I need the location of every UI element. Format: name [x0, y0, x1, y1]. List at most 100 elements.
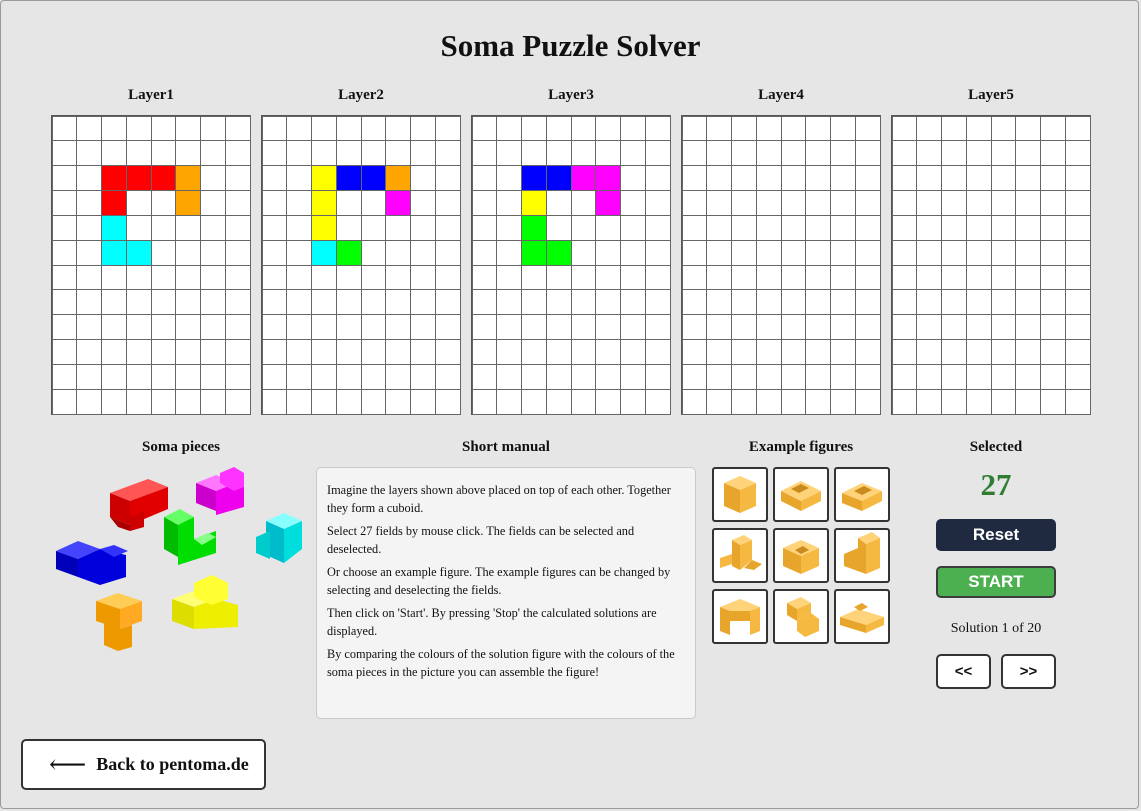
- grid-cell[interactable]: [261, 363, 288, 390]
- grid-cell[interactable]: [780, 140, 807, 167]
- grid-cell[interactable]: [644, 289, 671, 316]
- grid-cell[interactable]: [681, 363, 708, 390]
- grid-cell[interactable]: [570, 314, 597, 340]
- grid-cell[interactable]: [805, 214, 831, 241]
- grid-cell[interactable]: [854, 140, 881, 167]
- grid-cell[interactable]: [200, 140, 226, 167]
- grid-cell[interactable]: [830, 264, 856, 291]
- grid-cell[interactable]: [830, 165, 856, 191]
- grid-cell[interactable]: [570, 140, 597, 167]
- grid-cell[interactable]: [755, 264, 782, 291]
- grid-cell[interactable]: [644, 388, 671, 415]
- grid-cell[interactable]: [805, 190, 831, 216]
- grid-cell[interactable]: [335, 190, 362, 216]
- grid-cell[interactable]: [595, 388, 621, 415]
- grid-cell[interactable]: [101, 190, 127, 216]
- grid-cell[interactable]: [620, 115, 646, 142]
- grid-cell[interactable]: [311, 289, 337, 316]
- grid-cell[interactable]: [200, 239, 226, 266]
- grid-cell[interactable]: [76, 363, 102, 390]
- grid-cell[interactable]: [410, 289, 436, 316]
- grid-cell[interactable]: [941, 339, 967, 365]
- grid-cell[interactable]: [644, 165, 671, 191]
- grid-cell[interactable]: [1064, 214, 1091, 241]
- grid-cell[interactable]: [595, 363, 621, 390]
- grid-cell[interactable]: [410, 339, 436, 365]
- grid-cell[interactable]: [521, 339, 547, 365]
- grid-cell[interactable]: [496, 339, 522, 365]
- grid-cell[interactable]: [175, 165, 201, 191]
- grid-cell[interactable]: [410, 388, 436, 415]
- grid-cell[interactable]: [125, 264, 152, 291]
- grid-cell[interactable]: [891, 289, 918, 316]
- grid-cell[interactable]: [990, 314, 1017, 340]
- grid-cell[interactable]: [755, 388, 782, 415]
- grid-cell[interactable]: [434, 339, 461, 365]
- grid-cell[interactable]: [471, 388, 498, 415]
- grid-cell[interactable]: [545, 190, 572, 216]
- grid-cell[interactable]: [175, 190, 201, 216]
- grid-cell[interactable]: [1015, 314, 1041, 340]
- example-twist[interactable]: [773, 589, 829, 644]
- grid-cell[interactable]: [261, 190, 288, 216]
- grid-cell[interactable]: [311, 214, 337, 241]
- grid-cell[interactable]: [706, 239, 732, 266]
- grid-cell[interactable]: [644, 140, 671, 167]
- grid-cell[interactable]: [805, 339, 831, 365]
- grid-cell[interactable]: [101, 239, 127, 266]
- grid-cell[interactable]: [941, 239, 967, 266]
- grid-cell[interactable]: [1064, 264, 1091, 291]
- grid-cell[interactable]: [150, 388, 177, 415]
- grid-cell[interactable]: [434, 165, 461, 191]
- grid-cell[interactable]: [496, 388, 522, 415]
- grid-cell[interactable]: [410, 165, 436, 191]
- grid-cell[interactable]: [286, 339, 312, 365]
- grid-cell[interactable]: [76, 115, 102, 142]
- grid-cell[interactable]: [496, 289, 522, 316]
- grid-cell[interactable]: [385, 214, 411, 241]
- grid-cell[interactable]: [916, 363, 942, 390]
- grid-cell[interactable]: [101, 314, 127, 340]
- grid-cell[interactable]: [830, 239, 856, 266]
- grid-cell[interactable]: [261, 140, 288, 167]
- grid-cell[interactable]: [941, 190, 967, 216]
- grid-cell[interactable]: [311, 264, 337, 291]
- grid-cell[interactable]: [916, 214, 942, 241]
- grid-cell[interactable]: [410, 363, 436, 390]
- grid-cell[interactable]: [681, 190, 708, 216]
- grid-cell[interactable]: [830, 190, 856, 216]
- grid-cell[interactable]: [224, 165, 251, 191]
- grid-cell[interactable]: [101, 214, 127, 241]
- grid-cell[interactable]: [335, 165, 362, 191]
- grid-cell[interactable]: [731, 190, 757, 216]
- grid-cell[interactable]: [1040, 239, 1066, 266]
- grid-cell[interactable]: [990, 214, 1017, 241]
- grid-cell[interactable]: [620, 165, 646, 191]
- grid-cell[interactable]: [175, 363, 201, 390]
- grid-cell[interactable]: [830, 388, 856, 415]
- grid-cell[interactable]: [385, 314, 411, 340]
- grid-cell[interactable]: [471, 289, 498, 316]
- grid-cell[interactable]: [51, 339, 78, 365]
- grid-cell[interactable]: [681, 140, 708, 167]
- grid-cell[interactable]: [706, 363, 732, 390]
- grid-cell[interactable]: [385, 239, 411, 266]
- grid-cell[interactable]: [780, 363, 807, 390]
- grid-cell[interactable]: [1015, 165, 1041, 191]
- grid-cell[interactable]: [150, 190, 177, 216]
- grid-cell[interactable]: [706, 339, 732, 365]
- grid-cell[interactable]: [1040, 190, 1066, 216]
- grid-cell[interactable]: [545, 239, 572, 266]
- grid-cell[interactable]: [731, 214, 757, 241]
- grid-cell[interactable]: [706, 264, 732, 291]
- grid-cell[interactable]: [854, 115, 881, 142]
- grid-cell[interactable]: [335, 388, 362, 415]
- grid-cell[interactable]: [76, 239, 102, 266]
- grid-cell[interactable]: [731, 165, 757, 191]
- grid-cell[interactable]: [335, 239, 362, 266]
- grid-cell[interactable]: [830, 140, 856, 167]
- grid-cell[interactable]: [941, 165, 967, 191]
- grid-cell[interactable]: [941, 264, 967, 291]
- grid-cell[interactable]: [620, 264, 646, 291]
- grid-cell[interactable]: [51, 140, 78, 167]
